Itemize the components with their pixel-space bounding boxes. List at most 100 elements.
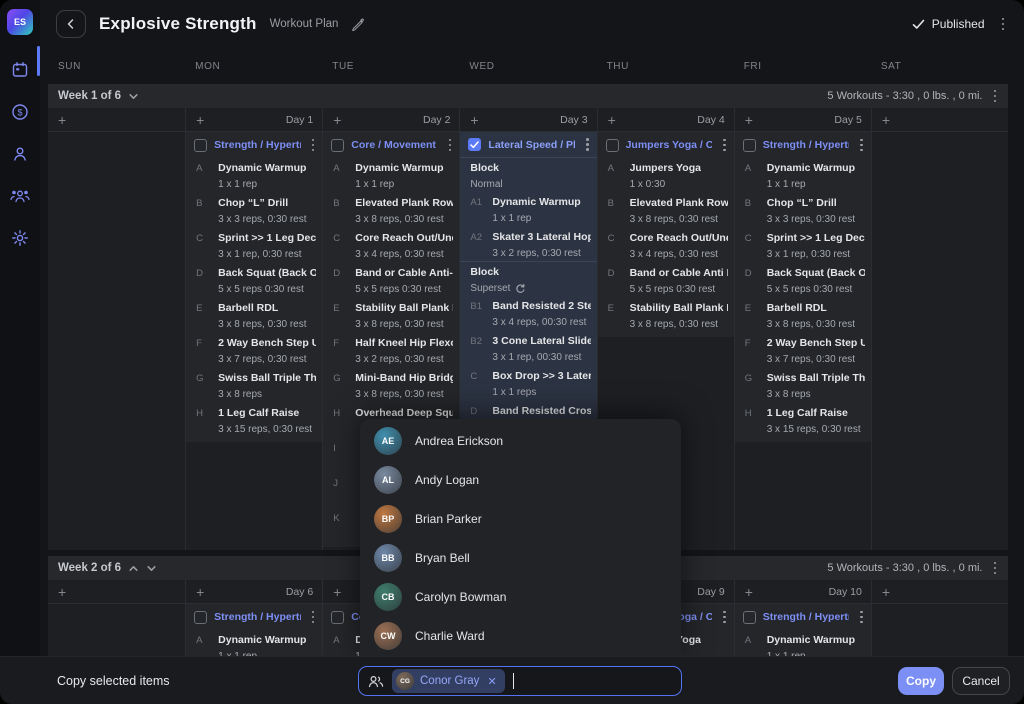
workout-checkbox[interactable]: [743, 611, 756, 624]
exercise-row[interactable]: CCore Reach Out/Under3 x 4 reps, 0:30 re…: [323, 228, 459, 263]
exercise-row[interactable]: FHalf Kneel Hip Flexor Rais...3 x 2 reps…: [323, 333, 459, 368]
person-option[interactable]: BPBrian Parker: [360, 499, 681, 538]
publish-status[interactable]: Published: [912, 17, 985, 31]
exercise-row[interactable]: F2 Way Bench Step Up3 x 7 reps, 0:30 res…: [735, 333, 871, 368]
person-option[interactable]: CBCarolyn Bowman: [360, 577, 681, 616]
week-menu-kebab-icon[interactable]: [990, 558, 1001, 579]
exercise-row[interactable]: DBack Squat (Back Off Set)5 x 5 reps 0:3…: [186, 263, 322, 298]
workout-title[interactable]: Strength / Hypertro...: [214, 139, 301, 151]
plan-menu-kebab-icon[interactable]: [998, 14, 1009, 35]
exercise-row[interactable]: DBack Squat (Back Off Set)5 x 5 reps 0:3…: [735, 263, 871, 298]
add-workout-icon[interactable]: +: [470, 113, 478, 127]
person-option[interactable]: AEAndrea Erickson: [360, 421, 681, 460]
week-menu-kebab-icon[interactable]: [990, 86, 1001, 107]
exercise-row[interactable]: H1 Leg Calf Raise3 x 15 reps, 0:30 rest: [735, 403, 871, 438]
workout-title[interactable]: Strength / Hypertro...: [763, 139, 850, 151]
workout-menu-kebab-icon[interactable]: [308, 607, 319, 628]
workout-card[interactable]: Strength / Hypertro... ADynamic Warmup1 x…: [735, 132, 871, 442]
add-workout-icon[interactable]: +: [333, 585, 341, 599]
workout-menu-kebab-icon[interactable]: [719, 135, 730, 156]
exercise-row[interactable]: DBand or Cable Anti Rotati...5 x 5 reps …: [598, 263, 734, 298]
exercise-row[interactable]: GSwiss Ball Triple Threat3 x 8 reps: [735, 368, 871, 403]
workout-card[interactable]: Strength / Hypertro... ADynamic Warmup1 x…: [735, 604, 871, 656]
exercise-row[interactable]: EBarbell RDL3 x 8 reps, 0:30 rest: [186, 298, 322, 333]
workout-checkbox[interactable]: [331, 139, 344, 152]
workout-menu-kebab-icon[interactable]: [719, 607, 730, 628]
add-workout-icon[interactable]: +: [196, 585, 204, 599]
exercise-row[interactable]: BChop “L” Drill3 x 3 reps, 0:30 rest: [735, 193, 871, 228]
exercise-row[interactable]: CSprint >> 1 Leg Declarations3 x 1 rep, …: [186, 228, 322, 263]
workout-checkbox[interactable]: [194, 139, 207, 152]
exercise-row[interactable]: ADynamic Warmup1 x 1 rep: [186, 158, 322, 193]
cancel-button[interactable]: Cancel: [952, 667, 1010, 695]
exercise-row[interactable]: CCore Reach Out/Under3 x 4 reps, 0:30 re…: [598, 228, 734, 263]
workout-title[interactable]: Jumpers Yoga / Core: [626, 139, 713, 151]
exercise-row[interactable]: ADynamic Warmup1 x 1 rep: [323, 158, 459, 193]
person-option[interactable]: CWCharlie Ward: [360, 616, 681, 655]
exercise-row[interactable]: ADynamic Warmup1 x 1 rep: [735, 158, 871, 193]
workout-checkbox[interactable]: [743, 139, 756, 152]
workout-menu-kebab-icon[interactable]: [582, 134, 593, 155]
workout-checkbox[interactable]: [606, 139, 619, 152]
exercise-row[interactable]: A2Skater 3 Lateral Hops >> ...3 x 2 reps…: [460, 227, 596, 262]
exercise-row[interactable]: CSprint >> 1 Leg Declarations3 x 1 rep, …: [735, 228, 871, 263]
exercise-row[interactable]: A1Dynamic Warmup1 x 1 rep: [460, 192, 596, 227]
workout-menu-kebab-icon[interactable]: [856, 607, 867, 628]
workout-card[interactable]: Jumpers Yoga / Core AJumpers Yoga1 x 0:30…: [598, 132, 734, 337]
exercise-row[interactable]: AJumpers Yoga1 x 0:30: [598, 158, 734, 193]
workout-card[interactable]: Lateral Speed / PlyoBlockNormalA1Dynamic…: [460, 132, 596, 440]
workout-title[interactable]: Core / Movement Q...: [351, 139, 438, 151]
workout-title[interactable]: Strength / Hypertro...: [214, 611, 301, 623]
workout-checkbox[interactable]: [194, 611, 207, 624]
add-workout-icon[interactable]: +: [333, 113, 341, 127]
exercise-row[interactable]: GSwiss Ball Triple Threat3 x 8 reps: [186, 368, 322, 403]
sidebar-item-calendar[interactable]: [0, 55, 40, 85]
app-logo[interactable]: ES: [7, 9, 33, 35]
copy-button[interactable]: Copy: [898, 667, 944, 695]
add-workout-icon[interactable]: +: [882, 113, 890, 127]
add-workout-icon[interactable]: +: [58, 585, 66, 599]
edit-pencil-icon[interactable]: [351, 18, 364, 31]
recipient-tag[interactable]: CG Conor Gray ✕: [392, 669, 505, 693]
add-workout-icon[interactable]: +: [745, 113, 753, 127]
exercise-row[interactable]: BChop “L” Drill3 x 3 reps, 0:30 rest: [186, 193, 322, 228]
add-workout-icon[interactable]: +: [745, 585, 753, 599]
chevron-down-icon[interactable]: [128, 91, 139, 102]
workout-card[interactable]: Strength / Hypertro... ADynamic Warmup1 x…: [186, 132, 322, 442]
back-button[interactable]: [56, 10, 86, 38]
exercise-row[interactable]: B1Band Resisted 2 Step Late...3 x 4 reps…: [460, 296, 596, 331]
add-workout-icon[interactable]: +: [608, 113, 616, 127]
sidebar-item-athletes[interactable]: [0, 139, 40, 169]
workout-menu-kebab-icon[interactable]: [308, 135, 319, 156]
exercise-row[interactable]: CBox Drop >> 3 Lateral H...1 x 1 reps: [460, 366, 596, 401]
exercise-row[interactable]: H1 Leg Calf Raise3 x 15 reps, 0:30 rest: [186, 403, 322, 438]
sidebar-item-settings[interactable]: [0, 223, 40, 253]
person-option[interactable]: ALAndy Logan: [360, 460, 681, 499]
recipient-input[interactable]: CG Conor Gray ✕: [358, 666, 682, 696]
workout-title[interactable]: Lateral Speed / Plyo: [488, 139, 575, 151]
exercise-row[interactable]: ADynamic Warmup1 x 1 rep: [186, 630, 322, 656]
sidebar-item-payments[interactable]: $: [0, 97, 40, 127]
exercise-row[interactable]: EBarbell RDL3 x 8 reps, 0:30 rest: [735, 298, 871, 333]
exercise-row[interactable]: GMini-Band Hip Bridge w/ ...3 x 8 reps, …: [323, 368, 459, 403]
add-workout-icon[interactable]: +: [58, 113, 66, 127]
chevron-down-icon[interactable]: [146, 563, 157, 574]
chevron-up-icon[interactable]: [128, 563, 139, 574]
exercise-row[interactable]: F2 Way Bench Step Up3 x 7 reps, 0:30 res…: [186, 333, 322, 368]
sidebar-item-teams[interactable]: [0, 181, 40, 211]
workout-card[interactable]: Strength / Hypertro... ADynamic Warmup1 x…: [186, 604, 322, 656]
exercise-row[interactable]: B23 Cone Lateral Slide3 x 1 rep, 00:30 r…: [460, 331, 596, 366]
exercise-row[interactable]: BElevated Plank Row3 x 8 reps, 0:30 rest: [598, 193, 734, 228]
remove-recipient-icon[interactable]: ✕: [485, 675, 496, 688]
exercise-row[interactable]: EStability Ball Plank Linear ...3 x 8 re…: [598, 298, 734, 333]
workout-title[interactable]: Strength / Hypertro...: [763, 611, 850, 623]
workout-menu-kebab-icon[interactable]: [445, 135, 456, 156]
exercise-row[interactable]: ADynamic Warmup1 x 1 rep: [735, 630, 871, 656]
person-option[interactable]: BBBryan Bell: [360, 538, 681, 577]
workout-menu-kebab-icon[interactable]: [856, 135, 867, 156]
workout-checkbox[interactable]: [331, 611, 344, 624]
add-workout-icon[interactable]: +: [882, 585, 890, 599]
workout-checkbox[interactable]: [468, 138, 481, 151]
exercise-row[interactable]: BElevated Plank Row3 x 8 reps, 0:30 rest: [323, 193, 459, 228]
exercise-row[interactable]: EStability Ball Plank Linear ...3 x 8 re…: [323, 298, 459, 333]
